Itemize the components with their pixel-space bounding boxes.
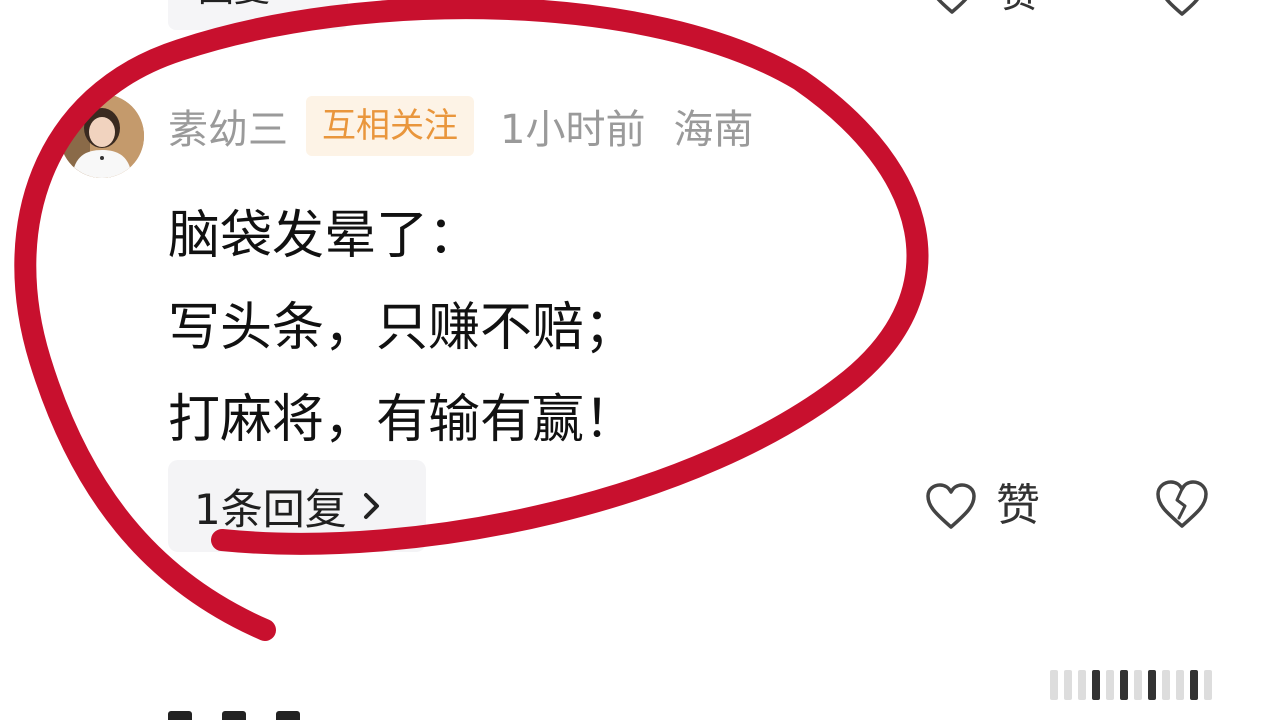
like-label: 赞 — [996, 480, 1040, 531]
view-replies-button[interactable]: 1条回复 — [168, 460, 426, 552]
prev-reply-button[interactable]: 回复 › — [168, 0, 348, 30]
comment-line: 打麻将，有输有赢！ — [168, 390, 637, 450]
prev-reply-label: 回复 › — [198, 0, 296, 10]
comment-meta: 素幼三 互相关注 1小时前 海南 — [168, 94, 753, 158]
prev-like-label: 赞 — [1000, 0, 1038, 14]
comment-thread-view: 回复 › 赞 素幼三 互相关注 1小时前 海南 脑袋发晕了： 写头条，只赚不赔； — [0, 0, 1280, 720]
comment-time: 1小时前 — [500, 107, 646, 153]
next-comment-preview — [168, 708, 368, 720]
comment-body: 脑袋发晕了： 写头条，只赚不赔； 打麻将，有输有赢！ — [168, 190, 888, 466]
avatar[interactable] — [60, 94, 144, 178]
mutual-follow-badge: 互相关注 — [306, 96, 474, 156]
prev-like-button[interactable]: 赞 — [928, 0, 1038, 16]
heart-outline-icon — [926, 483, 976, 529]
chevron-right-icon — [363, 493, 379, 519]
prev-dislike-button[interactable] — [1158, 0, 1206, 22]
broken-heart-icon — [1156, 480, 1208, 528]
comment-location: 海南 — [673, 107, 754, 153]
comment-line: 写头条，只赚不赔； — [168, 298, 637, 358]
reply-count-label: 1条回复 — [194, 484, 347, 534]
dislike-button[interactable] — [1154, 478, 1210, 534]
heart-outline-icon — [936, 0, 968, 14]
broken-heart-icon — [1165, 0, 1199, 16]
like-button[interactable]: 赞 — [924, 478, 1040, 534]
username[interactable]: 素幼三 — [168, 97, 288, 155]
comment-line: 脑袋发晕了： — [168, 206, 481, 266]
watermark-logo — [1050, 668, 1260, 702]
user-avatar-image — [60, 94, 144, 178]
